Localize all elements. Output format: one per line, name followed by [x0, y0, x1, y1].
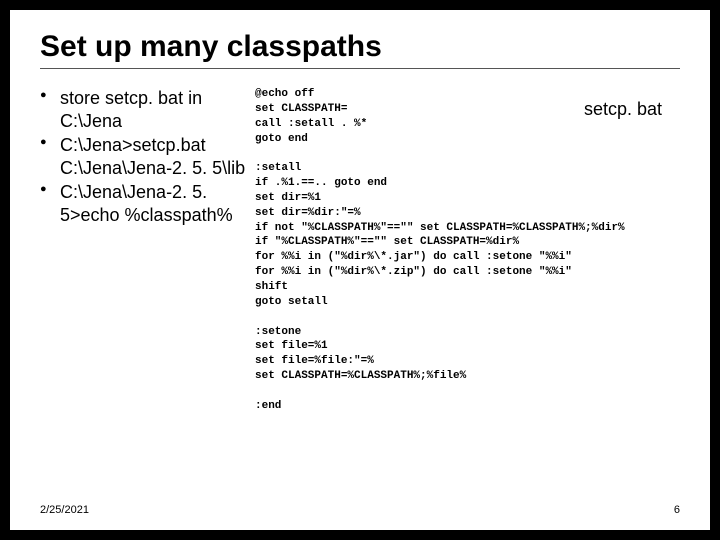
code-label: setcp. bat	[584, 99, 662, 120]
bullet-column: store setcp. bat in C:\Jena C:\Jena>setc…	[40, 87, 255, 414]
code-column: setcp. bat @echo off set CLASSPATH= call…	[255, 87, 680, 414]
bullet-list: store setcp. bat in C:\Jena C:\Jena>setc…	[40, 87, 255, 226]
content-row: store setcp. bat in C:\Jena C:\Jena>setc…	[40, 87, 680, 414]
footer-date: 2/25/2021	[40, 504, 89, 516]
list-item: C:\Jena>setcp.bat C:\Jena\Jena-2. 5. 5\l…	[40, 134, 255, 179]
slide: Set up many classpaths store setcp. bat …	[10, 10, 710, 530]
code-block: @echo off set CLASSPATH= call :setall . …	[255, 87, 680, 414]
divider	[40, 68, 680, 69]
list-item: C:\Jena\Jena-2. 5. 5>echo %classpath%	[40, 181, 255, 226]
list-item: store setcp. bat in C:\Jena	[40, 87, 255, 132]
footer: 2/25/2021 6	[40, 504, 680, 516]
footer-page: 6	[674, 504, 680, 516]
slide-title: Set up many classpaths	[40, 30, 680, 64]
